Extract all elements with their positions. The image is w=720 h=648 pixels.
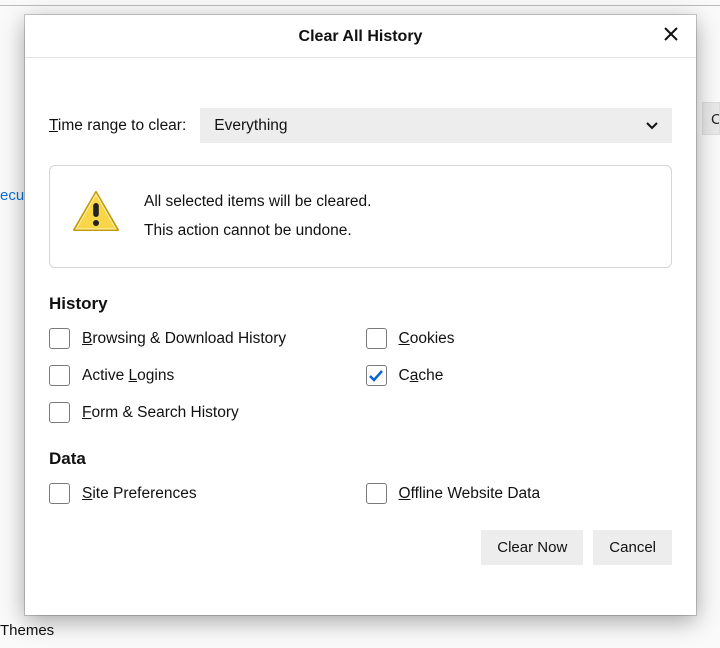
- checkbox-offline[interactable]: [366, 483, 387, 504]
- option-browsing-history[interactable]: Browsing & Download History: [49, 328, 356, 349]
- accesskey-b: B: [82, 330, 92, 347]
- accesskey-t: T: [49, 117, 58, 134]
- warning-text: All selected items will be cleared. This…: [144, 188, 371, 245]
- close-button[interactable]: [656, 21, 686, 51]
- background-themes-label: Themes: [0, 622, 54, 639]
- label-rest: ite Preferences: [92, 485, 196, 502]
- label-rest: rowsing & Download History: [92, 330, 286, 347]
- checkbox-cache[interactable]: [366, 365, 387, 386]
- time-range-select[interactable]: Everything: [200, 108, 672, 143]
- option-active-logins[interactable]: Active Logins: [49, 365, 356, 386]
- warning-line1: All selected items will be cleared.: [144, 188, 371, 217]
- clear-now-button[interactable]: Clear Now: [481, 530, 583, 565]
- data-heading: Data: [49, 449, 672, 469]
- accesskey-s: S: [82, 485, 92, 502]
- dialog-body: Time range to clear: Everything: [25, 58, 696, 581]
- label-cookies: Cookies: [399, 330, 455, 348]
- option-form-search[interactable]: Form & Search History: [49, 402, 356, 423]
- dialog-header: Clear All History: [25, 15, 696, 58]
- label-cache: Cache: [399, 367, 444, 385]
- dialog-button-row: Clear Now Cancel: [49, 530, 672, 565]
- checkbox-cookies[interactable]: [366, 328, 387, 349]
- clear-history-dialog: Clear All History Time range to clear: E…: [25, 15, 696, 615]
- data-options: Site Preferences Offline Website Data: [49, 483, 672, 504]
- divider: [0, 5, 720, 6]
- label-siteprefs: Site Preferences: [82, 485, 197, 503]
- close-icon: [664, 27, 678, 46]
- checkbox-siteprefs[interactable]: [49, 483, 70, 504]
- label-pre: C: [399, 367, 410, 384]
- background-button-glimpse: C: [702, 102, 720, 135]
- time-range-label: Time range to clear:: [49, 117, 186, 135]
- option-site-preferences[interactable]: Site Preferences: [49, 483, 356, 504]
- checkbox-logins[interactable]: [49, 365, 70, 386]
- warning-box: All selected items will be cleared. This…: [49, 165, 672, 268]
- label-form: Form & Search History: [82, 404, 239, 422]
- cancel-button[interactable]: Cancel: [593, 530, 672, 565]
- time-range-row: Time range to clear: Everything: [49, 108, 672, 143]
- history-options: Browsing & Download History Cookies Acti…: [49, 328, 672, 423]
- label-rest: ookies: [410, 330, 455, 347]
- time-range-value: Everything: [214, 117, 287, 135]
- background-security-link[interactable]: ecu: [0, 187, 24, 204]
- accesskey-l: L: [129, 367, 138, 384]
- label-browsing: Browsing & Download History: [82, 330, 286, 348]
- option-cookies[interactable]: Cookies: [366, 328, 673, 349]
- option-offline-data[interactable]: Offline Website Data: [366, 483, 673, 504]
- checkbox-browsing[interactable]: [49, 328, 70, 349]
- label-offline: Offline Website Data: [399, 485, 541, 503]
- accesskey-o: O: [399, 485, 411, 502]
- history-heading: History: [49, 294, 672, 314]
- label-rest: orm & Search History: [91, 404, 238, 421]
- label-pre: Active: [82, 367, 129, 384]
- label-rest: ogins: [137, 367, 174, 384]
- warning-icon: [72, 190, 120, 239]
- chevron-down-icon: [646, 117, 658, 135]
- label-rest: che: [418, 367, 443, 384]
- dialog-title: Clear All History: [25, 15, 696, 58]
- checkbox-form[interactable]: [49, 402, 70, 423]
- time-label-rest: ime range to clear:: [58, 117, 186, 134]
- label-rest: ffline Website Data: [411, 485, 541, 502]
- accesskey-c: C: [399, 330, 410, 347]
- warning-line2: This action cannot be undone.: [144, 217, 371, 246]
- label-logins: Active Logins: [82, 367, 174, 385]
- option-cache[interactable]: Cache: [366, 365, 673, 386]
